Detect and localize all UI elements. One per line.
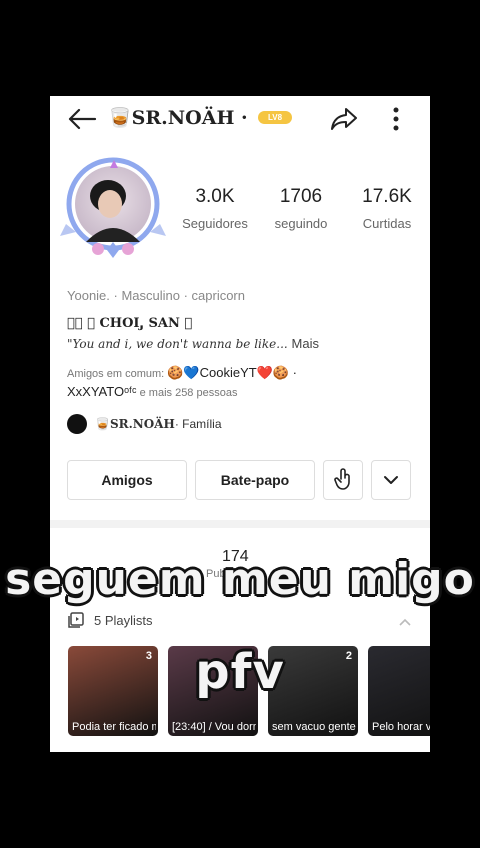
stat-followers[interactable]: 3.0K Seguidores (172, 186, 258, 231)
friends-button[interactable]: Amigos (67, 460, 187, 500)
playlists-header[interactable]: 5 Playlists (68, 612, 153, 628)
overlay-text-line2: pfv (195, 644, 285, 700)
expand-button[interactable] (371, 460, 411, 500)
stat-label: seguindo (274, 216, 328, 231)
playlist-caption: sem vacuo gente..pfv../... (272, 721, 356, 733)
profile-meta: Yoonie. · Masculino · capricorn (67, 288, 245, 303)
stat-value: 1706 (279, 186, 323, 207)
mutual-friends[interactable]: Amigos em comum: 🍪💙CookieYT❤️🍪 · XxXYATO… (67, 364, 297, 402)
stat-label: Seguidores (182, 216, 248, 231)
avatar[interactable] (58, 154, 168, 264)
mutual-user: XxXYATOᵒᶠᶜ (67, 384, 137, 399)
stat-value: 17.6K (362, 186, 412, 207)
more-vertical-icon[interactable] (384, 104, 408, 134)
mutual-suffix: e mais 258 pessoas (136, 387, 238, 399)
playlists-title: 5 Playlists (94, 612, 153, 628)
profile-title: 🥃SR.NOÄH · (108, 107, 248, 129)
mutual-user: 🍪💙CookieYT❤️🍪 · (167, 365, 298, 380)
chevron-down-icon (383, 472, 399, 488)
playlist-caption: Pelo horar vai flopar... (372, 721, 430, 733)
playlist-caption: [23:40] / Vou dormi...boa n... (172, 721, 256, 733)
share-arrow-icon[interactable] (326, 104, 362, 134)
section-divider (50, 520, 430, 528)
arrow-left-icon[interactable] (64, 104, 100, 134)
stat-following[interactable]: 1706 seguindo (258, 186, 344, 231)
overlay-text-line1: seguem meu migo (5, 554, 475, 605)
family-avatar (67, 414, 87, 434)
family-label: · Família (174, 417, 222, 431)
family-name: 🥃SR.NOÄH (95, 417, 175, 431)
stat-value: 3.0K (195, 186, 235, 207)
top-bar: 🥃SR.NOÄH · LV8 (50, 96, 430, 142)
hand-pointer-icon (333, 467, 353, 493)
profile-nickname: 🕷⃟ ✧ CHOI ̡ SAN ℭ (67, 316, 193, 331)
playlist-caption: Podia ter ficado melh... (72, 721, 156, 733)
chevron-up-icon[interactable] (398, 614, 412, 632)
family-row[interactable]: 🥃SR.NOÄH · Família (67, 414, 222, 434)
mutual-prefix: Amigos em comum: (67, 368, 168, 380)
stats-row: 3.0K Seguidores 1706 seguindo 17.6K Curt… (172, 186, 430, 231)
poke-button[interactable] (323, 460, 363, 500)
chat-button[interactable]: Bate-papo (195, 460, 315, 500)
stat-likes[interactable]: 17.6K Curtidas (344, 186, 430, 231)
level-badge: LV8 (258, 111, 292, 124)
playlist-icon (68, 612, 84, 628)
bio-more-link[interactable]: Mais (292, 336, 319, 351)
stat-label: Curtidas (362, 216, 412, 231)
bio-text: "You and i, we don't wanna be like... (67, 337, 292, 351)
profile-bio: "You and i, we don't wanna be like... Ma… (67, 336, 319, 351)
